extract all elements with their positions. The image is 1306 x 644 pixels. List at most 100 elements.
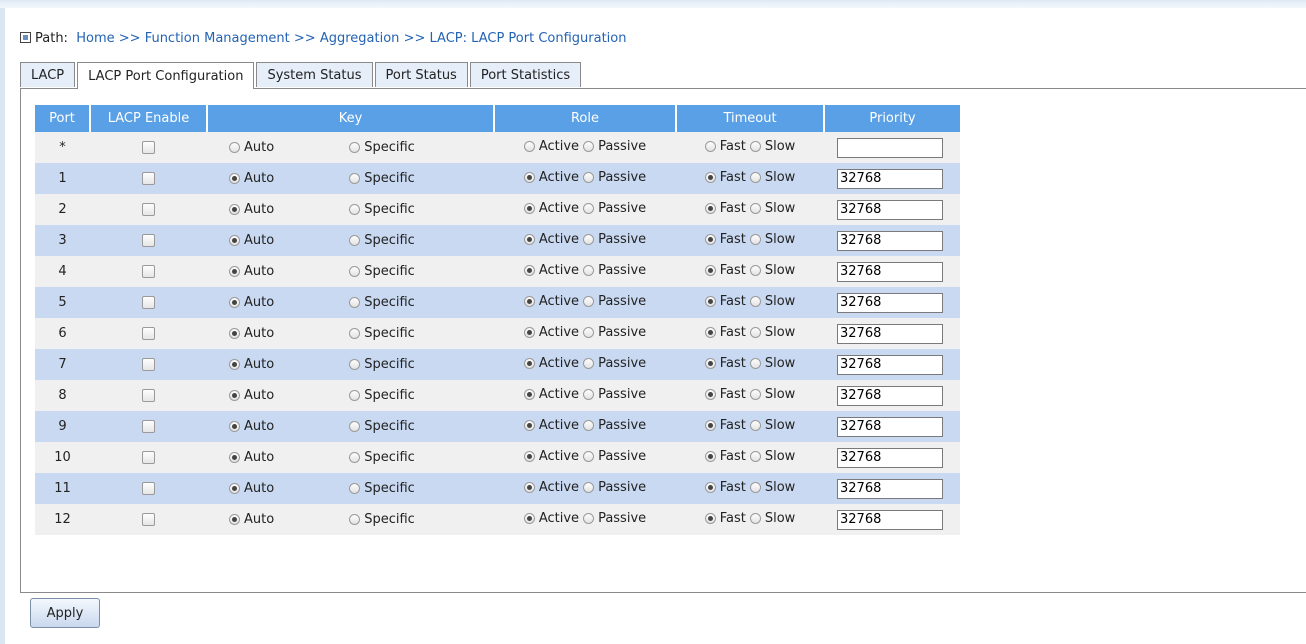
timeout-fast-radio[interactable] [704,265,716,276]
role-passive-radio[interactable] [583,482,595,493]
role-active-radio[interactable] [523,451,535,462]
lacp-enable-checkbox[interactable] [142,172,155,185]
lacp-enable-checkbox[interactable] [142,265,155,278]
key-auto-radio[interactable] [229,483,240,494]
timeout-slow-radio[interactable] [749,234,761,245]
timeout-fast-radio[interactable] [704,203,716,214]
timeout-fast-radio[interactable] [704,141,716,152]
role-active-radio[interactable] [523,358,535,369]
tab-port-statistics[interactable]: Port Statistics [469,62,582,87]
key-specific-radio[interactable] [349,297,361,308]
timeout-fast-radio[interactable] [704,482,716,493]
priority-input[interactable] [837,137,943,158]
key-auto-radio[interactable] [229,328,240,339]
timeout-slow-radio[interactable] [749,327,761,338]
key-auto-radio[interactable] [229,452,240,463]
priority-input[interactable] [837,478,943,499]
role-active-radio[interactable] [523,482,535,493]
lacp-enable-checkbox[interactable] [142,358,155,371]
role-active-radio[interactable] [523,203,535,214]
key-specific-radio[interactable] [349,204,361,215]
timeout-fast-radio[interactable] [704,420,716,431]
timeout-slow-radio[interactable] [749,265,761,276]
key-auto-radio[interactable] [229,266,240,277]
timeout-fast-radio[interactable] [704,513,716,524]
role-passive-radio[interactable] [583,172,595,183]
lacp-enable-checkbox[interactable] [142,513,155,526]
role-active-radio[interactable] [523,420,535,431]
breadcrumb-home[interactable]: Home [76,31,114,46]
priority-input[interactable] [837,292,943,313]
timeout-fast-radio[interactable] [704,327,716,338]
role-passive-radio[interactable] [583,296,595,307]
key-auto-radio[interactable] [229,142,240,153]
role-active-radio[interactable] [523,513,535,524]
key-auto-radio[interactable] [229,390,240,401]
timeout-fast-radio[interactable] [704,451,716,462]
timeout-fast-radio[interactable] [704,234,716,245]
key-auto-radio[interactable] [229,514,240,525]
priority-input[interactable] [837,385,943,406]
priority-input[interactable] [837,261,943,282]
tab-system-status[interactable]: System Status [256,62,373,87]
timeout-slow-radio[interactable] [749,451,761,462]
tab-port-status[interactable]: Port Status [374,62,468,87]
role-passive-radio[interactable] [583,389,595,400]
role-passive-radio[interactable] [583,265,595,276]
key-auto-radio[interactable] [229,204,240,215]
priority-input[interactable] [837,230,943,251]
role-active-radio[interactable] [523,265,535,276]
key-auto-radio[interactable] [229,173,240,184]
key-auto-radio[interactable] [229,297,240,308]
lacp-enable-checkbox[interactable] [142,203,155,216]
timeout-fast-radio[interactable] [704,389,716,400]
key-specific-radio[interactable] [349,328,361,339]
lacp-enable-checkbox[interactable] [142,389,155,402]
timeout-slow-radio[interactable] [749,141,761,152]
role-active-radio[interactable] [523,296,535,307]
role-active-radio[interactable] [523,327,535,338]
key-specific-radio[interactable] [349,173,361,184]
timeout-slow-radio[interactable] [749,482,761,493]
key-specific-radio[interactable] [349,421,361,432]
key-auto-radio[interactable] [229,359,240,370]
key-specific-radio[interactable] [349,359,361,370]
timeout-slow-radio[interactable] [749,513,761,524]
priority-input[interactable] [837,199,943,220]
role-active-radio[interactable] [523,389,535,400]
breadcrumb-lacp[interactable]: LACP [430,31,463,46]
timeout-slow-radio[interactable] [749,203,761,214]
priority-input[interactable] [837,447,943,468]
key-specific-radio[interactable] [349,452,361,463]
role-passive-radio[interactable] [583,141,595,152]
lacp-enable-checkbox[interactable] [142,141,155,154]
apply-button[interactable]: Apply [30,598,100,628]
tab-lacp-port-configuration[interactable]: LACP Port Configuration [77,62,255,89]
timeout-fast-radio[interactable] [704,296,716,307]
priority-input[interactable] [837,323,943,344]
lacp-enable-checkbox[interactable] [142,327,155,340]
role-active-radio[interactable] [523,141,535,152]
priority-input[interactable] [837,416,943,437]
role-active-radio[interactable] [523,172,535,183]
lacp-enable-checkbox[interactable] [142,296,155,309]
timeout-slow-radio[interactable] [749,420,761,431]
key-auto-radio[interactable] [229,421,240,432]
role-active-radio[interactable] [523,234,535,245]
timeout-slow-radio[interactable] [749,389,761,400]
timeout-slow-radio[interactable] [749,358,761,369]
timeout-slow-radio[interactable] [749,172,761,183]
key-specific-radio[interactable] [349,483,361,494]
lacp-enable-checkbox[interactable] [142,482,155,495]
role-passive-radio[interactable] [583,513,595,524]
lacp-enable-checkbox[interactable] [142,420,155,433]
role-passive-radio[interactable] [583,451,595,462]
lacp-enable-checkbox[interactable] [142,234,155,247]
key-specific-radio[interactable] [349,514,361,525]
priority-input[interactable] [837,168,943,189]
role-passive-radio[interactable] [583,203,595,214]
breadcrumb-aggregation[interactable]: Aggregation [320,31,400,46]
key-specific-radio[interactable] [349,390,361,401]
tab-lacp[interactable]: LACP [20,62,76,87]
key-specific-radio[interactable] [349,235,361,246]
